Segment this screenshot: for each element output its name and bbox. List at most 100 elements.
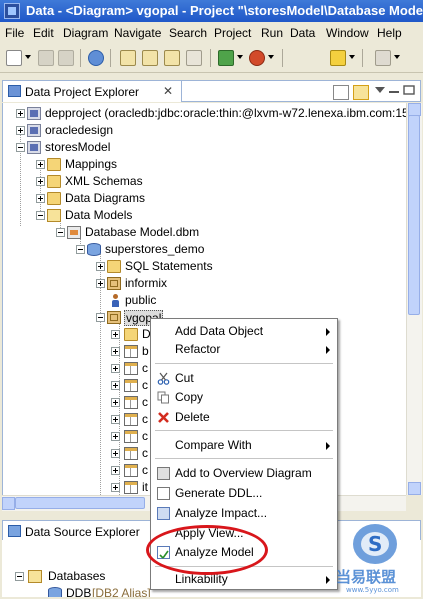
folder-icon xyxy=(107,260,121,273)
toolbar-separator xyxy=(282,49,283,67)
menu-edit[interactable]: Edit xyxy=(33,26,54,40)
tab-label: Data Source Explorer xyxy=(25,525,140,539)
minimize-icon[interactable] xyxy=(388,85,402,98)
tab-data-project-explorer[interactable]: Data Project Explorer ✕ xyxy=(3,81,182,102)
folder-icon xyxy=(47,192,61,205)
diagram-tool-icon[interactable] xyxy=(142,50,158,66)
table-icon xyxy=(124,447,138,460)
menu-project[interactable]: Project xyxy=(214,26,251,40)
menu-item-generate-ddl[interactable]: Generate DDL... xyxy=(152,484,336,503)
menu-item-label: Cut xyxy=(175,371,194,385)
menu-item-label: Compare With xyxy=(175,438,252,452)
folder-open-icon xyxy=(47,209,61,222)
external-tools-dropdown-icon[interactable] xyxy=(268,55,274,59)
schema-icon xyxy=(107,311,121,324)
submenu-arrow-icon xyxy=(326,442,330,450)
menu-item-compare-with[interactable]: Compare With xyxy=(152,436,336,455)
data-design-project-icon xyxy=(27,141,41,154)
pencil-icon[interactable] xyxy=(330,50,346,66)
menu-data[interactable]: Data xyxy=(290,26,315,40)
maximize-icon[interactable] xyxy=(403,85,417,98)
svg-text:S: S xyxy=(368,532,382,556)
tree-decoration: [DB2 Alias] xyxy=(92,586,151,597)
menu-item-analyze-impact[interactable]: Analyze Impact... xyxy=(152,504,336,523)
watermark-text: 当易联盟 xyxy=(336,568,397,586)
table-icon xyxy=(124,430,138,443)
close-icon[interactable]: ✕ xyxy=(163,84,173,98)
new-dropdown-icon[interactable] xyxy=(25,55,31,59)
globe-icon[interactable] xyxy=(88,50,104,66)
user-icon xyxy=(111,294,119,307)
menu-run[interactable]: Run xyxy=(261,26,283,40)
explorer-icon xyxy=(8,85,21,97)
view-menu-icon[interactable] xyxy=(374,85,388,98)
tree-label: Databases xyxy=(48,569,106,583)
run-icon[interactable] xyxy=(218,50,234,66)
menu-help[interactable]: Help xyxy=(377,26,402,40)
data-design-project-icon xyxy=(27,124,41,137)
tree-label: c xyxy=(142,361,148,375)
scroll-left-icon[interactable] xyxy=(2,497,15,510)
pencil-dropdown-icon[interactable] xyxy=(349,55,355,59)
link-with-editor-icon[interactable] xyxy=(353,85,369,100)
menu-search[interactable]: Search xyxy=(169,26,207,40)
table-icon xyxy=(124,413,138,426)
tree-label: c xyxy=(142,429,148,443)
tree-label: c xyxy=(142,412,148,426)
menu-item-add-data-object[interactable]: Add Data Object xyxy=(152,322,336,341)
data-source-icon xyxy=(8,525,21,537)
tree-label: informix xyxy=(125,276,168,290)
menu-item-refactor[interactable]: Refactor xyxy=(152,340,336,359)
scroll-thumb[interactable] xyxy=(15,497,145,509)
diagram-tool-icon[interactable] xyxy=(164,50,180,66)
folder-open-icon xyxy=(28,570,42,583)
run-dropdown-icon[interactable] xyxy=(237,55,243,59)
tree-label: it xyxy=(142,480,148,494)
table-icon xyxy=(124,396,138,409)
menu-item-delete[interactable]: Delete xyxy=(152,408,336,427)
print-icon[interactable] xyxy=(58,50,74,66)
save-icon[interactable] xyxy=(38,50,54,66)
watermark-url: www.5yyo.com xyxy=(346,586,399,594)
tree-label: c xyxy=(142,446,148,460)
menu-diagram[interactable]: Diagram xyxy=(63,26,108,40)
tree-label: superstores_demo xyxy=(105,242,205,256)
toolbar-separator xyxy=(110,49,111,67)
tree-label: c xyxy=(142,378,148,392)
tree-label: Database Model.dbm xyxy=(85,225,200,239)
menu-navigate[interactable]: Navigate xyxy=(114,26,161,40)
table-icon xyxy=(124,379,138,392)
folder-icon xyxy=(47,175,61,188)
delete-icon xyxy=(157,411,170,424)
tree-vertical-scrollbar[interactable] xyxy=(406,103,422,495)
next-annotation-icon[interactable] xyxy=(375,50,391,66)
menu-window[interactable]: Window xyxy=(326,26,369,40)
tree-label: Data Diagrams xyxy=(65,191,146,205)
menu-separator xyxy=(155,430,333,431)
site-watermark-logo: S 当易联盟 www.5yyo.com xyxy=(330,520,420,596)
tree-label: c xyxy=(142,463,148,477)
scroll-thumb[interactable] xyxy=(408,115,420,315)
diagram-tool-icon[interactable] xyxy=(120,50,136,66)
menu-item-copy[interactable]: Copy xyxy=(152,388,336,407)
scissors-icon xyxy=(157,372,170,385)
diagram-tool-icon[interactable] xyxy=(186,50,202,66)
submenu-arrow-icon xyxy=(326,346,330,354)
tree-label: Data Models xyxy=(65,208,133,222)
next-annotation-dropdown-icon[interactable] xyxy=(394,55,400,59)
window-title: Data - <Diagram> vgopal - Project "\stor… xyxy=(26,3,423,18)
database-icon xyxy=(48,587,62,597)
menu-item-label: Analyze Impact... xyxy=(175,506,268,520)
window-title-bar: Data - <Diagram> vgopal - Project "\stor… xyxy=(0,0,423,22)
menu-item-label: Add to Overview Diagram xyxy=(175,466,312,480)
menu-item-linkability[interactable]: Linkability xyxy=(152,570,336,589)
scroll-down-icon[interactable] xyxy=(408,482,421,495)
menu-file[interactable]: File xyxy=(5,26,24,40)
external-tools-icon[interactable] xyxy=(249,50,265,66)
menu-item-add-to-overview-diagram[interactable]: Add to Overview Diagram xyxy=(152,464,336,483)
new-icon[interactable] xyxy=(6,50,22,66)
collapse-all-icon[interactable] xyxy=(333,85,349,100)
menu-item-cut[interactable]: Cut xyxy=(152,369,336,388)
tree-node-depproject[interactable]: depproject (oracledb:jdbc:oracle:thin:@l… xyxy=(3,105,407,122)
table-icon xyxy=(124,464,138,477)
